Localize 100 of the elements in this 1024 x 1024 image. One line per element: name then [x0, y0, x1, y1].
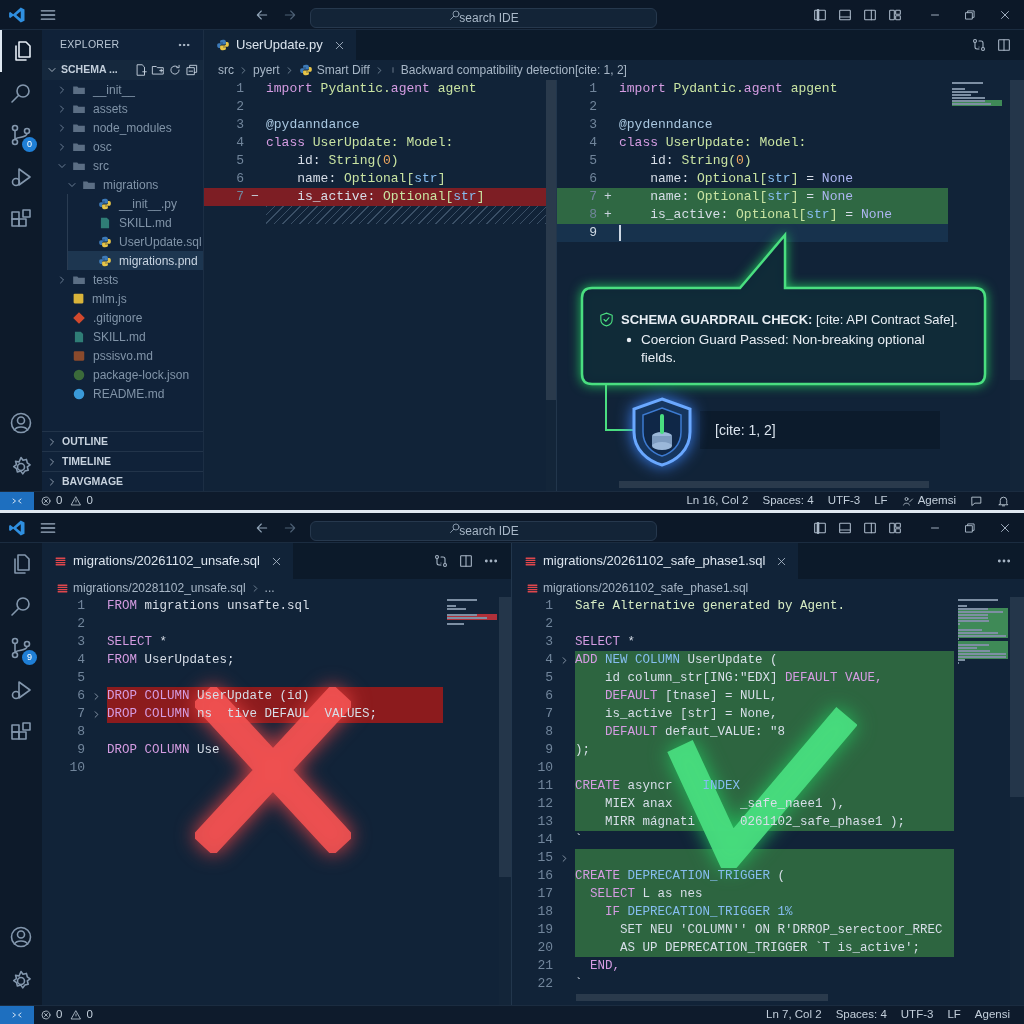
split-editor-icon[interactable] [996, 37, 1012, 53]
breadcrumb[interactable]: Smart Diff [316, 61, 370, 79]
collapse-icon[interactable] [185, 63, 199, 77]
tree-item[interactable]: SKILL.md [68, 213, 203, 232]
scrollbar[interactable] [576, 994, 828, 1001]
python-icon [216, 38, 230, 52]
line-number: 22 [536, 975, 553, 994]
error-count[interactable]: 0 [56, 492, 63, 510]
status-item[interactable]: Ln 16, Col 2 [686, 492, 749, 510]
tree-item[interactable]: tests [42, 270, 203, 289]
line-number: 20 [536, 939, 553, 958]
tree-item[interactable]: UserUpdate.sql [68, 232, 203, 251]
search-field[interactable]: search IDE [309, 7, 657, 28]
tree-item[interactable]: README.md [42, 384, 203, 403]
citation-label: [cite: 1, 2] [700, 411, 940, 449]
notification-count: 9 [22, 650, 37, 665]
line-number: 4 [544, 651, 553, 670]
run-debug-icon[interactable] [9, 165, 33, 189]
status-item[interactable]: LF [947, 1006, 961, 1024]
new-file-icon[interactable] [134, 63, 148, 77]
line-number: 8 [544, 723, 553, 742]
status-item[interactable]: Spaces: 4 [762, 492, 814, 510]
line-number: 1 [76, 597, 85, 616]
code-line: class UserUpdate: Model: [266, 134, 454, 153]
sidebar-layout-icon[interactable] [812, 6, 828, 23]
tree-item[interactable]: SKILL.md [42, 327, 203, 346]
panel-title: EXPLORER [60, 37, 120, 53]
breadcrumb[interactable]: pyert [253, 61, 280, 79]
line-number: 7 [76, 705, 85, 724]
status-item[interactable]: Agemsi [901, 492, 956, 510]
compare-icon[interactable] [971, 37, 987, 53]
status-item[interactable]: Agensi [974, 1006, 1010, 1024]
tree-item[interactable]: __init__.py [68, 194, 203, 213]
line-number: 6 [588, 170, 597, 189]
code-line: ` [575, 831, 583, 849]
breadcrumb[interactable]: migrations/20281102_unsafe.sql [73, 579, 246, 597]
code-line: DROP COLUMN Use [107, 741, 220, 759]
tree-item[interactable]: migrations.pnd [68, 251, 203, 270]
editor-tab[interactable]: migrations/20261102_safe_phase1.sql [512, 543, 799, 579]
breadcrumb[interactable]: Backward compatibility detection[cite: 1, 2] [400, 61, 627, 79]
tree-item[interactable]: migrations [42, 175, 203, 194]
refresh-icon[interactable] [168, 63, 182, 77]
status-item[interactable]: UTF-3 [900, 1006, 934, 1024]
code-line: ADD NEW COLUMN UserUpdate ( [575, 651, 778, 669]
code-line: SELECT L as nes [589, 885, 703, 903]
document-icon [98, 215, 112, 230]
status-item[interactable]: Spaces: 4 [835, 1006, 887, 1024]
tree-item[interactable]: package-lock.json [42, 365, 203, 384]
tree-item[interactable]: node_modules [42, 118, 203, 137]
code-line: Safe Alternative generated by Agent. [575, 597, 846, 615]
shield-check-icon [598, 311, 615, 329]
search-icon[interactable] [9, 594, 33, 618]
editor-tab[interactable]: migrations/20261102_unsafe.sql [42, 543, 293, 579]
new-folder-icon[interactable] [151, 63, 165, 77]
tree-item[interactable]: .gitignore [42, 308, 203, 327]
split-editor-icon[interactable] [458, 553, 474, 569]
tree-item[interactable]: pssisvo.md [42, 346, 203, 365]
line-number: 4 [76, 651, 85, 670]
scrollbar[interactable] [619, 481, 929, 488]
breadcrumb[interactable]: src [218, 61, 234, 79]
code-line: import Pydantic.agent agent [266, 80, 477, 99]
error-count[interactable]: 0 [56, 1006, 63, 1024]
diamond-icon [72, 310, 86, 325]
warning-count[interactable]: 0 [86, 1006, 93, 1024]
status-item[interactable]: UTF-3 [827, 492, 861, 510]
search-icon [448, 8, 461, 21]
code-line: is_active: Optional[str] [296, 188, 485, 207]
tree-item[interactable]: mlm.js [42, 289, 203, 308]
line-number: 2 [544, 615, 553, 634]
search-icon[interactable] [9, 81, 33, 105]
line-number: 18 [536, 903, 553, 922]
breadcrumb[interactable]: ... [264, 579, 275, 597]
line-number: 1 [235, 80, 244, 99]
restore-icon[interactable] [963, 520, 977, 535]
editor-tab[interactable]: UserUpdate.py [204, 30, 356, 60]
leader-line [603, 384, 635, 434]
feedback-icon[interactable] [970, 494, 983, 508]
bell-icon[interactable] [997, 494, 1010, 508]
line-number: 7 [235, 188, 244, 207]
tree-item[interactable]: assets [42, 99, 203, 118]
account-icon[interactable] [9, 411, 33, 435]
account-icon[interactable] [9, 925, 33, 949]
sidebar-layout-icon[interactable] [812, 519, 828, 536]
tree-item[interactable]: osc [42, 137, 203, 156]
tree-item[interactable]: src [42, 156, 203, 175]
minimap [952, 82, 1002, 109]
line-number: 3 [544, 633, 553, 652]
breadcrumb[interactable]: migrations/20261102_safe_phase1.sql [543, 579, 749, 597]
line-number: 3 [235, 116, 244, 135]
section-header[interactable]: TIMELINE [42, 451, 203, 471]
warning-count[interactable]: 0 [86, 492, 93, 510]
tree-item[interactable]: __init__ [42, 80, 203, 99]
search-field[interactable]: search IDE [309, 520, 657, 541]
run-debug-icon[interactable] [9, 678, 33, 702]
status-item[interactable]: Ln 7, Col 2 [766, 1006, 822, 1024]
compare-icon[interactable] [433, 553, 449, 569]
section-header[interactable]: OUTLINE [42, 431, 203, 451]
restore-icon[interactable] [963, 7, 977, 22]
callout-heading: SCHEMA GUARDRAIL CHECK: [cite: API Contract Safe]. [621, 311, 958, 329]
status-item[interactable]: LF [874, 492, 888, 510]
